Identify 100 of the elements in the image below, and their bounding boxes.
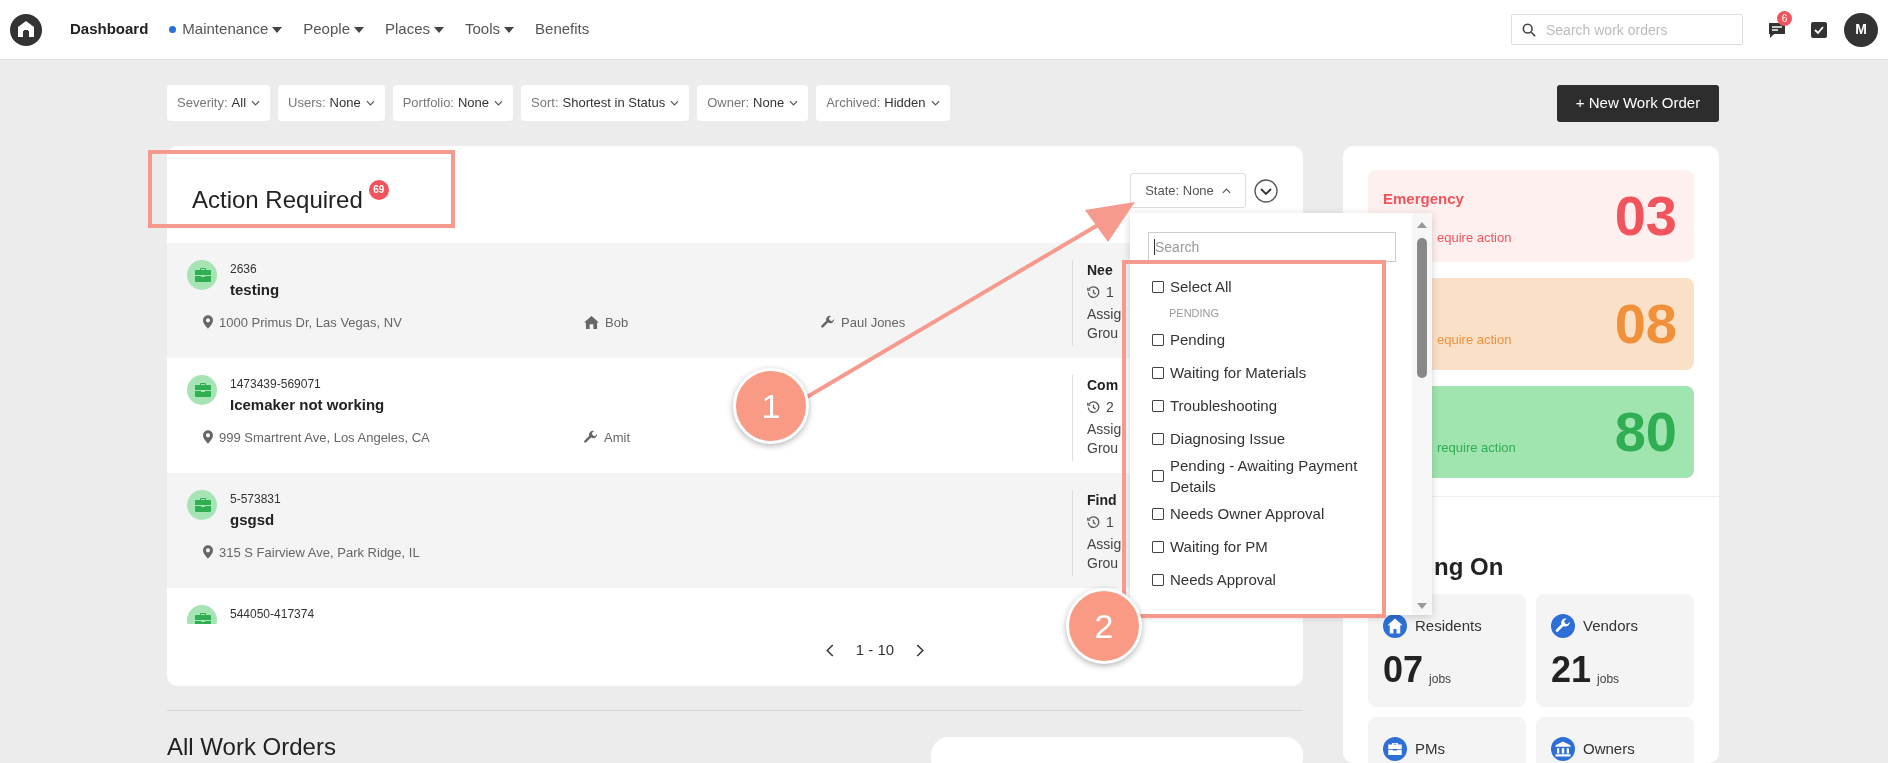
state-option[interactable]: Pending - Awaiting Payment Details [1152,455,1402,497]
scrollbar-thumb[interactable] [1417,238,1427,378]
history-icon [1087,516,1100,529]
state-option[interactable]: Diagnosing Issue [1152,422,1402,455]
contact-name: Amit [604,428,630,447]
group-header: PENDING [1168,306,1221,321]
group-label: Grou [1087,554,1120,573]
state-option[interactable]: Waiting for PM [1152,530,1402,563]
location-pin-icon [203,315,213,330]
chevron-down-icon [670,100,680,106]
filter-dropdown[interactable]: Sort: Shortest in Status [521,85,690,121]
wrench-icon [584,430,598,445]
nav-link[interactable]: Tools [465,18,515,41]
job-count: 07 [1383,652,1424,688]
tasks-check-icon[interactable] [1811,21,1827,38]
filter-dropdown[interactable]: Severity: All [167,85,271,121]
filter-dropdown[interactable]: Users: None [278,85,385,121]
tile-label: PMs [1415,738,1445,759]
text-cursor [1154,239,1155,255]
filter-dropdown[interactable]: Owner: None [697,85,809,121]
location-pin-icon [203,545,213,560]
work-order-title: gsgsd [230,510,275,530]
chevron-up-icon [1221,187,1231,194]
history-icon [1087,286,1100,299]
status-label: Nee [1087,261,1114,280]
address: 999 Smartrent Ave, Los Angeles, CA [219,428,430,447]
chevron-down-icon [494,100,504,106]
work-order-title: Icemaker not working [230,395,385,415]
checkbox[interactable] [1152,366,1164,379]
user-avatar[interactable]: M [1844,12,1878,47]
search-field[interactable]: Search work orders [1511,14,1743,45]
severity-count: 08 [1614,296,1677,352]
work-order-id: 5-573831 [230,491,281,508]
state-option[interactable]: Needs Approval [1152,563,1402,596]
search-icon [1522,23,1536,37]
contact-name: Paul Jones [841,313,906,332]
chevron-down-icon [365,100,375,106]
nav-link[interactable]: Dashboard [70,18,149,41]
scroll-up-icon[interactable] [1417,222,1427,228]
time-in-status: 2 [1106,398,1114,417]
page-range: 1 - 10 [855,640,895,660]
nav-link[interactable]: People [303,18,364,41]
checkbox[interactable] [1152,432,1164,445]
previous-page-icon[interactable] [825,643,834,657]
scrollbar[interactable] [1412,213,1432,615]
state-option[interactable]: Needs Owner Approval [1152,497,1402,530]
tile-label: Residents [1415,615,1482,636]
work-order-title: testing [230,280,280,300]
count-badge: 69 [368,179,389,200]
dropdown-search-field[interactable]: Search [1148,232,1396,262]
notification-badge: 6 [1777,10,1792,26]
wrench-icon [821,315,835,330]
jobs-unit: jobs [1597,671,1620,688]
tile-label: Owners [1583,738,1635,759]
home-logo-icon[interactable] [10,13,42,46]
chevron-down-icon [789,100,799,106]
checkbox[interactable] [1152,280,1164,293]
state-option[interactable]: Troubleshooting [1152,389,1402,422]
time-in-status: 1 [1106,513,1114,532]
filter-dropdown[interactable]: Portfolio: None [392,85,514,121]
new-work-order-button[interactable]: + New Work Order [1557,85,1719,122]
nav-link[interactable]: Benefits [535,18,590,41]
contact-name: Bob [605,313,629,332]
state-option[interactable]: Pending [1152,323,1402,356]
nav-link[interactable]: Places [385,18,444,41]
briefcase-icon [187,260,217,290]
tile-label: Vendors [1583,615,1639,636]
filter-dropdown[interactable]: Archived: Hidden [816,85,950,121]
section-heading: ng On [1434,552,1504,582]
checkbox[interactable] [1152,540,1164,553]
address: 1000 Primus Dr, Las Vegas, NV [219,313,402,332]
job-count: 21 [1551,652,1592,688]
location-pin-icon [203,430,213,445]
checkbox[interactable] [1152,399,1164,412]
checkbox[interactable] [1152,507,1164,520]
collapse-chevron-icon[interactable] [1254,178,1278,203]
require-action-note: equire action [1437,228,1512,247]
time-in-status: 1 [1106,283,1114,302]
state-option[interactable]: Waiting for Materials [1152,356,1402,389]
work-order-id: 2636 [230,261,257,278]
briefcase-icon [187,490,217,520]
severity-count: 03 [1614,188,1677,244]
chevron-down-icon [930,100,940,106]
group-label: Grou [1087,439,1120,458]
work-order-row[interactable]: 2636 testing 1000 Primus Dr, Las Vegas, NV Bob Paul Jones Nee 1 Assig Grou [167,243,1130,358]
work-order-id: 1473439-569071 [230,376,321,393]
nav-link[interactable]: Maintenance [169,18,283,41]
checkbox[interactable] [1152,470,1164,482]
state-option[interactable]: Select All [1152,270,1402,303]
group-label: Grou [1087,324,1120,343]
work-order-row[interactable]: 5-573831 gsgsd 315 S Fairview Ave, Park Ridge, IL Find 1 Assig Grou [167,473,1130,588]
scroll-down-icon[interactable] [1417,603,1427,609]
severity-count: 80 [1614,404,1677,460]
require-action-note: require action [1437,439,1516,457]
next-page-icon[interactable] [916,643,925,657]
checkbox[interactable] [1152,333,1164,346]
section-title: Action Required [192,184,363,215]
checkbox[interactable] [1152,573,1164,586]
state-filter-dropdown[interactable]: State: None [1130,173,1246,208]
severity-label: Emergency [1383,189,1464,209]
